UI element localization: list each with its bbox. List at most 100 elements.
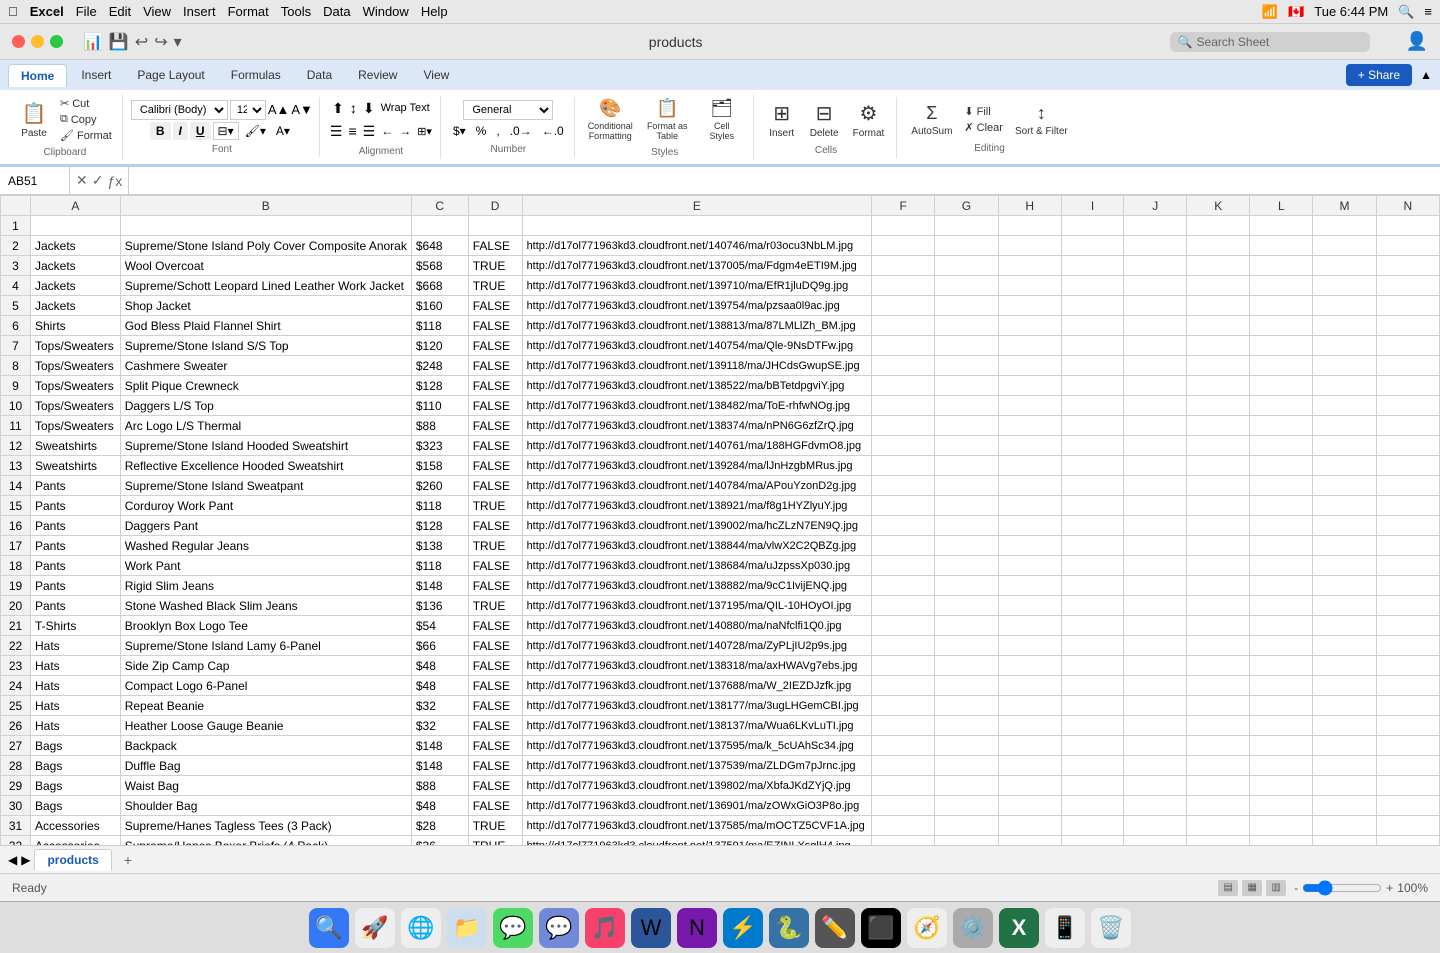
font-size-selector[interactable]: 12 <box>230 100 266 120</box>
cell-h[interactable] <box>998 716 1061 736</box>
cell-c[interactable]: $28 <box>411 816 468 836</box>
col-header-g[interactable]: G <box>935 196 998 216</box>
col-header-k[interactable]: K <box>1187 196 1250 216</box>
cell-g[interactable] <box>935 416 998 436</box>
cell-l[interactable] <box>1250 816 1313 836</box>
cell-k[interactable] <box>1187 296 1250 316</box>
cell-i[interactable] <box>1061 536 1124 556</box>
cell-i[interactable] <box>1061 336 1124 356</box>
currency-button[interactable]: $▾ <box>449 122 470 140</box>
cell-f[interactable] <box>872 656 935 676</box>
cell-d[interactable]: FALSE <box>468 416 522 436</box>
cell-n[interactable] <box>1376 576 1439 596</box>
cell-i[interactable] <box>1061 776 1124 796</box>
cell-c[interactable]: $118 <box>411 316 468 336</box>
cell-f[interactable] <box>872 236 935 256</box>
col-header-f[interactable]: F <box>872 196 935 216</box>
cell-g[interactable] <box>935 656 998 676</box>
cell-e[interactable]: http://d17ol771963kd3.cloudfront.net/139… <box>522 276 872 296</box>
cell-c[interactable]: $118 <box>411 556 468 576</box>
account-icon[interactable]: 👤 <box>1406 31 1428 52</box>
cell-b[interactable]: Heather Loose Gauge Beanie <box>120 716 411 736</box>
menu-window[interactable]: Window <box>363 4 409 19</box>
cell-c[interactable]: $148 <box>411 576 468 596</box>
cell-n[interactable] <box>1376 756 1439 776</box>
dock-onenote[interactable]: N <box>677 908 717 948</box>
cell-n[interactable] <box>1376 716 1439 736</box>
cell-l[interactable] <box>1250 696 1313 716</box>
cell-f[interactable] <box>872 256 935 276</box>
cell-c[interactable]: $668 <box>411 276 468 296</box>
cell-g[interactable] <box>935 816 998 836</box>
cell-n[interactable] <box>1376 356 1439 376</box>
cell-k[interactable] <box>1187 716 1250 736</box>
cell-m[interactable] <box>1313 396 1376 416</box>
fill-color-button[interactable]: 🖌▾ <box>241 123 270 139</box>
cell-e[interactable]: http://d17ol771963kd3.cloudfront.net/139… <box>522 296 872 316</box>
cell-d[interactable]: TRUE <box>468 536 522 556</box>
cell-b[interactable]: Brooklyn Box Logo Tee <box>120 616 411 636</box>
cell-j[interactable] <box>1124 796 1187 816</box>
cell-e[interactable]: http://d17ol771963kd3.cloudfront.net/139… <box>522 356 872 376</box>
borders-button[interactable]: ⊟▾ <box>213 122 239 140</box>
cell-j[interactable] <box>1124 776 1187 796</box>
control-center-icon[interactable]: ≡ <box>1424 4 1432 19</box>
cell-l[interactable] <box>1250 756 1313 776</box>
cell-f[interactable] <box>872 836 935 846</box>
cell-i[interactable] <box>1061 296 1124 316</box>
dock-python[interactable]: 🐍 <box>769 908 809 948</box>
cell-h[interactable] <box>998 416 1061 436</box>
shrink-font-button[interactable]: A▼ <box>291 102 313 117</box>
cell-n[interactable] <box>1376 396 1439 416</box>
cell-l[interactable] <box>1250 236 1313 256</box>
cell-e[interactable]: http://d17ol771963kd3.cloudfront.net/140… <box>522 236 872 256</box>
apple-menu[interactable]:  <box>8 4 18 19</box>
italic-button[interactable]: I <box>173 122 188 140</box>
cell-h[interactable] <box>998 236 1061 256</box>
search-box[interactable]: 🔍 Search Sheet <box>1170 32 1370 52</box>
cell-j[interactable] <box>1124 616 1187 636</box>
cell-b[interactable]: Rigid Slim Jeans <box>120 576 411 596</box>
cell-g[interactable] <box>935 396 998 416</box>
col-header-b[interactable]: B <box>120 196 411 216</box>
add-sheet-button[interactable]: + <box>116 849 140 871</box>
cell-b[interactable]: Reflective Excellence Hooded Sweatshirt <box>120 456 411 476</box>
cell-i[interactable] <box>1061 636 1124 656</box>
align-left-button[interactable]: ☰ <box>328 121 345 142</box>
merge-center-button[interactable]: ⊞▾ <box>415 123 434 140</box>
cell-k[interactable] <box>1187 256 1250 276</box>
cell-h[interactable] <box>998 396 1061 416</box>
cell-c[interactable]: $138 <box>411 536 468 556</box>
close-button[interactable] <box>12 35 25 48</box>
cell-e[interactable]: http://d17ol771963kd3.cloudfront.net/139… <box>522 776 872 796</box>
cell-d[interactable]: FALSE <box>468 516 522 536</box>
cell-n[interactable] <box>1376 636 1439 656</box>
dock-settings[interactable]: ⚙️ <box>953 908 993 948</box>
menu-edit[interactable]: Edit <box>109 4 131 19</box>
cell[interactable] <box>120 216 411 236</box>
cell-d[interactable]: FALSE <box>468 556 522 576</box>
cell-e[interactable]: http://d17ol771963kd3.cloudfront.net/138… <box>522 396 872 416</box>
cell-e[interactable]: http://d17ol771963kd3.cloudfront.net/138… <box>522 496 872 516</box>
cell-e[interactable]: http://d17ol771963kd3.cloudfront.net/138… <box>522 536 872 556</box>
cell-l[interactable] <box>1250 676 1313 696</box>
col-header-d[interactable]: D <box>468 196 522 216</box>
cell-g[interactable] <box>935 456 998 476</box>
cell-d[interactable]: TRUE <box>468 836 522 846</box>
cell[interactable] <box>872 216 935 236</box>
dock-excel[interactable]: X <box>999 908 1039 948</box>
dock-discord[interactable]: 💬 <box>539 908 579 948</box>
cell-n[interactable] <box>1376 456 1439 476</box>
cell-e[interactable]: http://d17ol771963kd3.cloudfront.net/136… <box>522 796 872 816</box>
cell-c[interactable]: $36 <box>411 836 468 846</box>
col-header-n[interactable]: N <box>1376 196 1439 216</box>
cell-j[interactable] <box>1124 376 1187 396</box>
cell-j[interactable] <box>1124 736 1187 756</box>
menu-format[interactable]: Format <box>228 4 269 19</box>
cell-f[interactable] <box>872 556 935 576</box>
cell-l[interactable] <box>1250 496 1313 516</box>
cell-e[interactable]: http://d17ol771963kd3.cloudfront.net/138… <box>522 416 872 436</box>
zoom-slider[interactable] <box>1302 880 1382 896</box>
cell-n[interactable] <box>1376 316 1439 336</box>
cell-b[interactable]: Washed Regular Jeans <box>120 536 411 556</box>
